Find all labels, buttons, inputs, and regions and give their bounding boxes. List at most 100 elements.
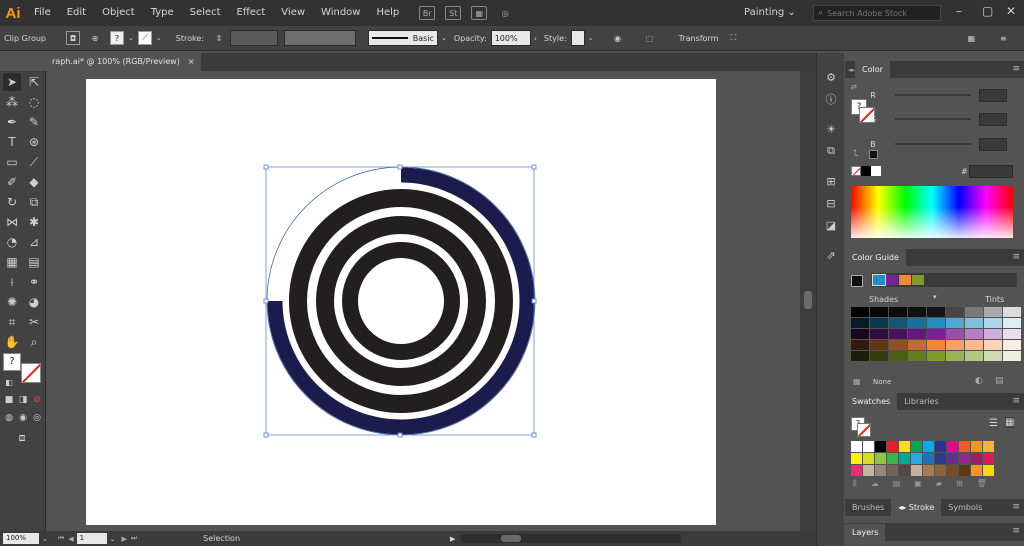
tab-color-guide[interactable]: Color Guide bbox=[845, 249, 906, 266]
guide-swatch[interactable] bbox=[946, 351, 964, 361]
blue-track[interactable] bbox=[895, 143, 971, 145]
maximize-icon[interactable]: ▢ bbox=[982, 4, 993, 18]
export-icon[interactable]: ⇗ bbox=[823, 247, 839, 263]
lasso-tool-icon[interactable]: ◌ bbox=[25, 93, 43, 111]
color-guide-grid[interactable] bbox=[851, 307, 1023, 365]
blue-value-field[interactable] bbox=[979, 137, 1007, 151]
draw-inside-icon[interactable]: ◎ bbox=[28, 409, 46, 427]
swatch-chip[interactable] bbox=[863, 465, 874, 476]
swatch-chip[interactable] bbox=[983, 465, 994, 476]
blue-slider[interactable]: B bbox=[851, 137, 1019, 151]
delete-swatch-icon[interactable]: 🗑 bbox=[977, 479, 987, 493]
first-artboard-icon[interactable]: ⏮ bbox=[58, 534, 64, 543]
swatch-chip[interactable] bbox=[851, 453, 862, 464]
screen-mode-icon[interactable]: ⧈ bbox=[13, 429, 31, 447]
panel-menu-icon[interactable]: ≡ bbox=[1012, 64, 1020, 74]
swatch-chip[interactable] bbox=[911, 453, 922, 464]
canvas-area[interactable] bbox=[46, 71, 816, 531]
white-swatch-chip[interactable] bbox=[871, 166, 881, 176]
base-color-chip[interactable] bbox=[851, 275, 863, 287]
color-spectrum[interactable] bbox=[851, 186, 1013, 238]
guide-swatch[interactable] bbox=[927, 307, 945, 317]
guide-swatch[interactable] bbox=[908, 318, 926, 328]
guide-swatch[interactable] bbox=[870, 318, 888, 328]
panel-menu-icon[interactable]: ≡ bbox=[1012, 396, 1020, 406]
gpu-performance-icon[interactable]: ◎ bbox=[497, 6, 513, 20]
default-fill-stroke-icon[interactable]: ◧ bbox=[0, 373, 18, 391]
crop-image-icon[interactable]: ⛶ bbox=[726, 31, 740, 45]
edit-contents-icon[interactable]: ⊕ bbox=[88, 31, 102, 45]
stroke-swatch-icon[interactable]: ⟋ bbox=[137, 31, 152, 45]
guide-swatch[interactable] bbox=[984, 351, 1002, 361]
swatch-chip[interactable] bbox=[959, 465, 970, 476]
none-mode-icon[interactable]: ⊘ bbox=[28, 391, 46, 409]
panel-menu-icon[interactable]: ≡ bbox=[1012, 526, 1020, 536]
next-artboard-icon[interactable]: ▶ bbox=[121, 535, 126, 543]
thumbnail-view-icon[interactable]: ▦ bbox=[1005, 417, 1015, 428]
menu-effect[interactable]: Effect bbox=[229, 0, 274, 26]
red-value-field[interactable] bbox=[979, 88, 1007, 102]
panel-menu-icon[interactable]: ≡ bbox=[1012, 252, 1020, 262]
close-tab-icon[interactable]: × bbox=[188, 53, 195, 71]
guide-swatch[interactable] bbox=[889, 307, 907, 317]
graphic-styles-icon[interactable]: ⧉ bbox=[823, 143, 839, 159]
new-color-group-icon[interactable]: ▰ bbox=[936, 479, 942, 493]
arrange-icon[interactable]: ▦ bbox=[964, 31, 978, 45]
swatch-chip[interactable] bbox=[887, 441, 898, 452]
green-slider[interactable]: G bbox=[851, 112, 1019, 126]
swatch-chip[interactable] bbox=[899, 453, 910, 464]
slice-tool-icon[interactable]: ✂ bbox=[25, 313, 43, 331]
swatch-chip[interactable] bbox=[959, 441, 970, 452]
guide-swatch[interactable] bbox=[927, 351, 945, 361]
edit-colors-icon[interactable]: ▦ bbox=[853, 377, 861, 386]
bridge-icon[interactable]: Br bbox=[419, 6, 436, 20]
scale-tool-icon[interactable]: ⧉ bbox=[25, 193, 43, 211]
align-to-icon[interactable]: ⬚ bbox=[643, 31, 657, 45]
brush-definition-dropdown[interactable]: Basic bbox=[367, 30, 438, 46]
guide-swatch[interactable] bbox=[946, 329, 964, 339]
none-chip[interactable] bbox=[851, 166, 861, 176]
opacity-field[interactable]: 100% bbox=[490, 30, 531, 46]
column-graph-tool-icon[interactable]: ◕ bbox=[25, 293, 43, 311]
shape-builder-tool-icon[interactable]: ◔ bbox=[3, 233, 21, 251]
concentric-rings-artwork[interactable] bbox=[86, 79, 716, 525]
chevron-right-icon[interactable]: › bbox=[534, 34, 537, 43]
color-group-icon[interactable]: ▤ bbox=[995, 376, 1004, 386]
polar-grid-tool-icon[interactable]: ⊛ bbox=[25, 133, 43, 151]
tab-color[interactable]: Color bbox=[855, 61, 890, 78]
guide-swatch[interactable] bbox=[946, 318, 964, 328]
hand-tool-icon[interactable]: ✋ bbox=[3, 333, 21, 351]
swatch-chip[interactable] bbox=[875, 441, 886, 452]
red-slider[interactable]: R bbox=[851, 88, 1019, 102]
pen-tool-icon[interactable]: ✒ bbox=[3, 113, 21, 131]
new-swatch-icon[interactable]: ⊞ bbox=[956, 479, 963, 493]
guide-swatch[interactable] bbox=[870, 307, 888, 317]
swatch-chip[interactable] bbox=[923, 465, 934, 476]
green-value-field[interactable] bbox=[979, 112, 1007, 126]
guide-swatch[interactable] bbox=[946, 340, 964, 350]
guide-swatch[interactable] bbox=[984, 307, 1002, 317]
swatch-chip[interactable] bbox=[851, 441, 862, 452]
swatch-stroke-icon[interactable] bbox=[857, 423, 871, 437]
paintbrush-tool-icon[interactable]: ⟋ bbox=[25, 153, 43, 171]
chevron-down-icon[interactable]: ▾ bbox=[933, 293, 937, 301]
swatch-chip[interactable] bbox=[971, 441, 982, 452]
tab-layers[interactable]: Layers bbox=[845, 523, 886, 541]
swatch-chip[interactable] bbox=[851, 465, 862, 476]
guide-swatch[interactable] bbox=[908, 307, 926, 317]
guide-swatch[interactable] bbox=[851, 318, 869, 328]
swatch-chip[interactable] bbox=[923, 453, 934, 464]
menu-window[interactable]: Window bbox=[313, 0, 368, 26]
swatch-chip[interactable] bbox=[899, 465, 910, 476]
puppet-warp-tool-icon[interactable]: ✱ bbox=[25, 213, 43, 231]
guide-swatch[interactable] bbox=[1003, 329, 1021, 339]
guide-swatch[interactable] bbox=[1003, 318, 1021, 328]
guide-swatch[interactable] bbox=[984, 340, 1002, 350]
guide-swatch[interactable] bbox=[870, 329, 888, 339]
guide-swatch[interactable] bbox=[927, 329, 945, 339]
guide-swatch[interactable] bbox=[965, 351, 983, 361]
magic-wand-tool-icon[interactable]: ⁂ bbox=[3, 93, 21, 111]
rotate-tool-icon[interactable]: ↻ bbox=[3, 193, 21, 211]
guide-swatch[interactable] bbox=[1003, 307, 1021, 317]
harmony-rules-bar[interactable] bbox=[871, 273, 1017, 287]
